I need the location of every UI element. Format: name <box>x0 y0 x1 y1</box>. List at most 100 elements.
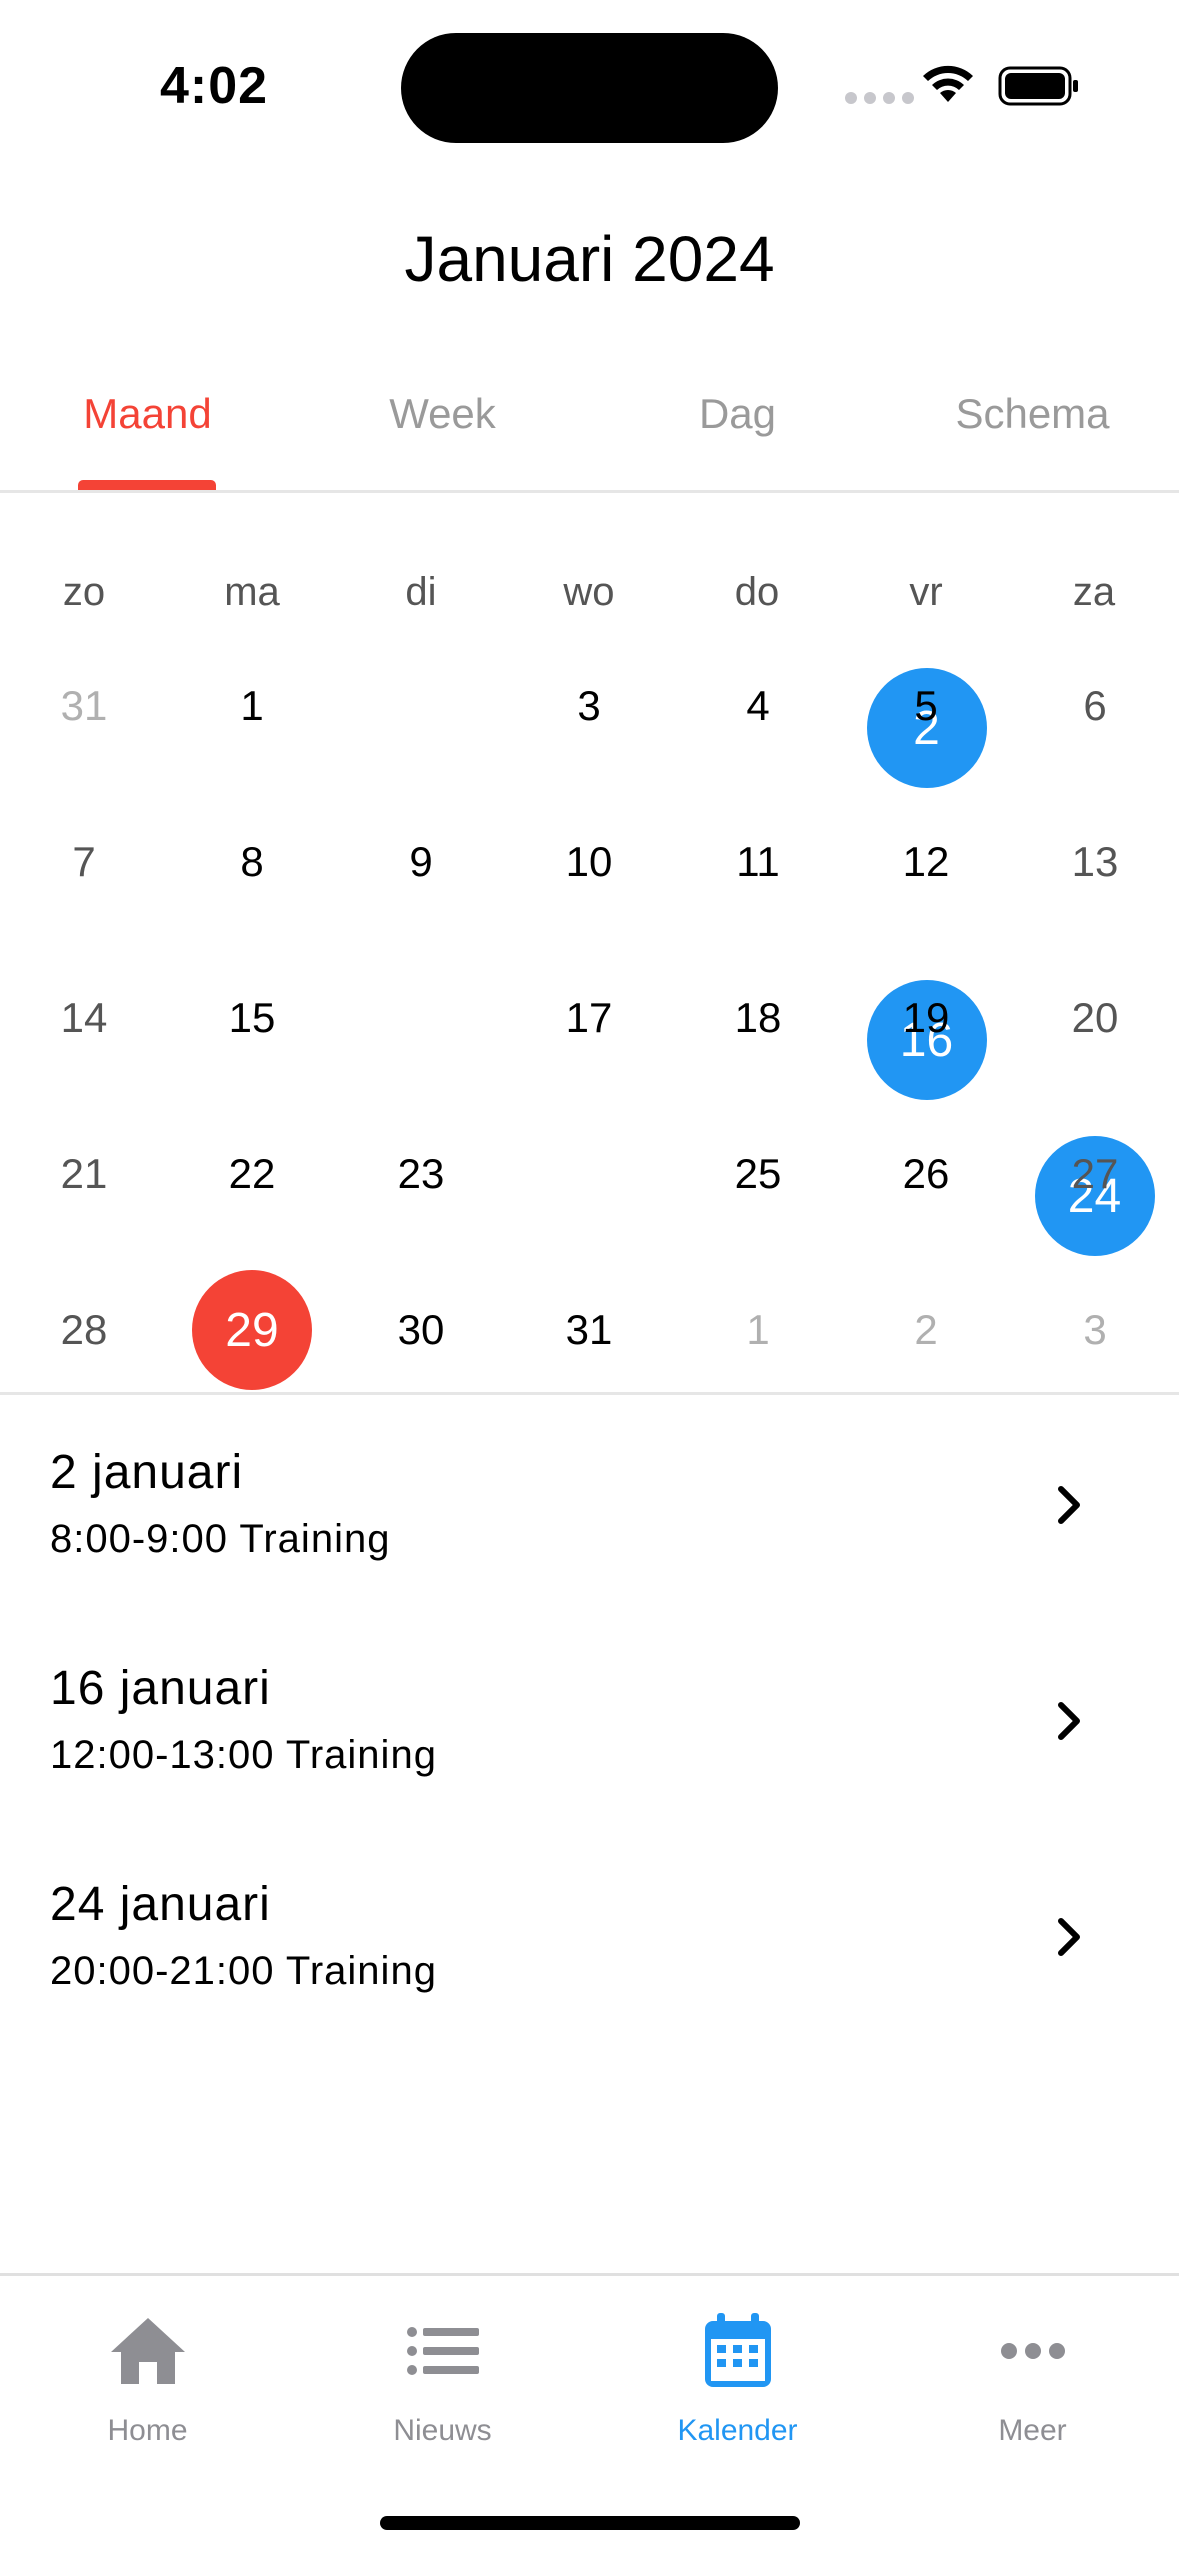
calendar-day[interactable]: 28 <box>0 1252 168 1408</box>
calendar-day[interactable]: 19 <box>842 940 1010 1096</box>
wifi-icon <box>923 65 973 102</box>
event-date: 24 januari <box>50 1878 271 1931</box>
day-number: 14 <box>60 994 108 1041</box>
day-number: 26 <box>902 1150 950 1197</box>
calendar-day[interactable]: 17 <box>505 940 673 1096</box>
calendar-day[interactable]: 30 <box>337 1252 505 1408</box>
tabbar-meer[interactable]: Meer <box>885 2306 1179 2448</box>
day-number: 2 <box>914 1306 938 1353</box>
event-item[interactable]: 24 januari 20:00-21:00 Training <box>0 1827 1179 2027</box>
calendar-day[interactable]: 31 <box>505 1252 673 1408</box>
event-date: 2 januari <box>50 1446 244 1499</box>
day-number: 29 <box>192 1270 312 1390</box>
day-number: 8 <box>240 838 264 885</box>
month-grid: 31 1 2 3 4 5 6 7 8 9 10 11 12 13 14 15 16 17 18 19 20 21 22 23 2… <box>0 628 1179 1394</box>
tabbar-home[interactable]: Home <box>0 2306 295 2448</box>
event-detail: 12:00-13:00 Training <box>50 1733 437 1777</box>
calendar-day[interactable]: 18 <box>674 940 842 1096</box>
home-icon <box>110 2318 185 2384</box>
calendar-day[interactable]: 21 <box>0 1096 168 1252</box>
weekday-label: vr <box>909 570 943 614</box>
status-bar: 4:02 <box>0 0 1179 180</box>
calendar-day[interactable]: 27 <box>1011 1096 1179 1252</box>
day-number: 5 <box>914 682 938 729</box>
calendar-day[interactable]: 13 <box>1011 784 1179 940</box>
calendar-day[interactable]: 8 <box>168 784 336 940</box>
day-number: 22 <box>228 1150 276 1197</box>
calendar-day[interactable]: 1 <box>674 1252 842 1408</box>
event-detail: 20:00-21:00 Training <box>50 1949 437 1993</box>
calendar-day[interactable]: 31 <box>0 628 168 784</box>
calendar-day[interactable]: 3 <box>1011 1252 1179 1408</box>
list-icon <box>406 2327 479 2375</box>
calendar-day[interactable]: 22 <box>168 1096 336 1252</box>
tab-maand[interactable]: Maand <box>0 390 295 438</box>
weekday-header: zo ma di wo do vr za <box>0 570 1179 630</box>
day-number: 23 <box>397 1150 445 1197</box>
tabbar-kalender[interactable]: Kalender <box>590 2306 885 2448</box>
calendar-day[interactable]: 2 <box>842 1252 1010 1408</box>
calendar-day[interactable]: 7 <box>0 784 168 940</box>
calendar-day[interactable]: 12 <box>842 784 1010 940</box>
calendar-day[interactable]: 9 <box>337 784 505 940</box>
day-number: 27 <box>1071 1150 1119 1197</box>
event-item[interactable]: 2 januari 8:00-9:00 Training <box>0 1395 1179 1595</box>
tab-week[interactable]: Week <box>295 390 590 438</box>
day-number: 9 <box>409 838 433 885</box>
calendar-day[interactable]: 25 <box>674 1096 842 1252</box>
calendar-day[interactable]: 1 <box>168 628 336 784</box>
calendar-day-today[interactable]: 29 <box>168 1252 336 1408</box>
calendar-day[interactable]: 23 <box>337 1096 505 1252</box>
day-number: 30 <box>397 1306 445 1353</box>
tab-schema[interactable]: Schema <box>885 390 1179 438</box>
day-number: 21 <box>60 1150 108 1197</box>
day-number: 19 <box>902 994 950 1041</box>
calendar-day[interactable]: 20 <box>1011 940 1179 1096</box>
tab-dag[interactable]: Dag <box>590 390 885 438</box>
tabbar-label: Meer <box>998 2414 1067 2447</box>
day-number: 15 <box>228 994 276 1041</box>
calendar-day[interactable]: 14 <box>0 940 168 1096</box>
calendar-day[interactable]: 5 <box>842 628 1010 784</box>
chevron-right-icon <box>1058 1486 1080 1524</box>
tabbar-nieuws[interactable]: Nieuws <box>295 2306 590 2448</box>
day-number: 10 <box>565 838 613 885</box>
day-number: 31 <box>565 1306 613 1353</box>
weekday-label: do <box>734 570 780 614</box>
page-title: Januari 2024 <box>404 223 775 295</box>
calendar-day[interactable]: 4 <box>674 628 842 784</box>
dynamic-island <box>401 33 778 143</box>
day-number: 28 <box>60 1306 108 1353</box>
calendar-icon <box>704 2313 771 2387</box>
tabbar-label: Home <box>107 2414 188 2447</box>
day-number: 12 <box>902 838 950 885</box>
day-number: 1 <box>746 1306 770 1353</box>
day-number: 18 <box>734 994 782 1041</box>
day-number: 1 <box>240 682 264 729</box>
chevron-right-icon <box>1058 1702 1080 1740</box>
active-tab-indicator <box>78 480 216 490</box>
event-detail: 8:00-9:00 Training <box>50 1517 391 1561</box>
calendar-day[interactable]: 10 <box>505 784 673 940</box>
day-number: 6 <box>1083 682 1107 729</box>
day-number: 11 <box>736 838 780 885</box>
home-indicator <box>380 2516 800 2530</box>
weekday-label: zo <box>62 570 106 614</box>
calendar-day[interactable]: 15 <box>168 940 336 1096</box>
day-number: 13 <box>1071 838 1119 885</box>
calendar-day[interactable]: 6 <box>1011 628 1179 784</box>
weekday-label: wo <box>563 570 615 614</box>
day-number: 17 <box>565 994 613 1041</box>
day-number: 7 <box>72 838 96 885</box>
weekday-label: za <box>1072 570 1116 614</box>
day-number: 25 <box>734 1150 782 1197</box>
cellular-signal-icon <box>845 92 914 104</box>
weekday-label: ma <box>224 570 280 614</box>
calendar-day[interactable]: 11 <box>674 784 842 940</box>
calendar-day[interactable]: 3 <box>505 628 673 784</box>
day-number: 3 <box>577 682 601 729</box>
day-number: 31 <box>60 682 108 729</box>
day-number: 20 <box>1071 994 1119 1041</box>
calendar-day[interactable]: 26 <box>842 1096 1010 1252</box>
event-item[interactable]: 16 januari 12:00-13:00 Training <box>0 1611 1179 1811</box>
